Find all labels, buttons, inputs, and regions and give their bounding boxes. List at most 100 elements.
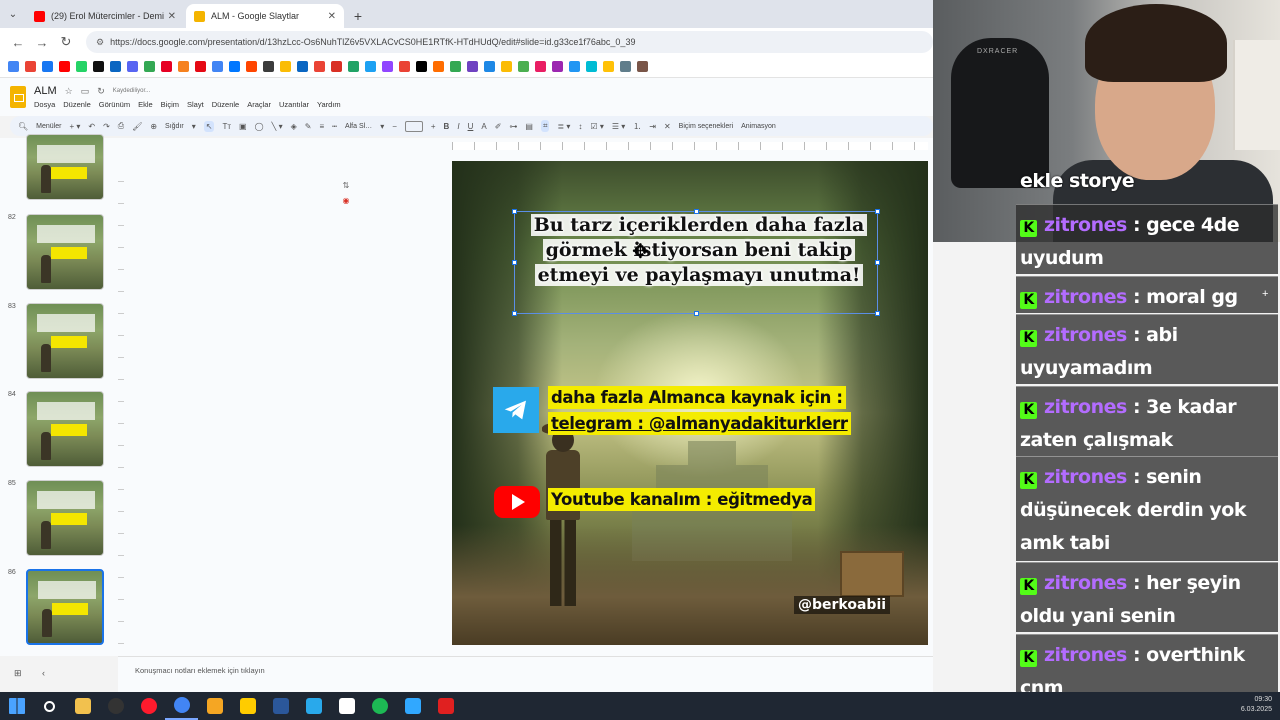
link-icon[interactable]: ⊶ (509, 122, 517, 131)
bookmark-icon[interactable] (263, 61, 274, 72)
paint-format-icon[interactable]: 🖌︎ (132, 122, 142, 131)
bookmark-icon[interactable] (467, 61, 478, 72)
current-slide[interactable]: Bu tarz içeriklerden daha fazla görmek i… (452, 161, 928, 645)
bookmark-icon[interactable] (586, 61, 597, 72)
numbered-list-icon[interactable]: ⒈ (633, 121, 641, 132)
menu-item[interactable]: Yardım (317, 100, 341, 109)
bookmark-icon[interactable] (569, 61, 580, 72)
highlight-icon[interactable]: ✐ (495, 122, 502, 131)
resize-handle[interactable] (512, 311, 517, 316)
fill-color-icon[interactable]: ◈ (291, 122, 297, 131)
italic-icon[interactable]: I (457, 122, 459, 131)
underline-icon[interactable]: U (468, 122, 474, 131)
slide-thumbnail[interactable] (26, 134, 104, 200)
align-icon[interactable]: ≣ ▾ (557, 122, 570, 131)
slide-thumbnail[interactable] (26, 391, 104, 467)
grid-view-icon[interactable]: ⊞ (14, 668, 22, 679)
bookmark-icon[interactable] (8, 61, 19, 72)
format-options-button[interactable]: Biçim seçenekleri (679, 123, 733, 130)
chat-username[interactable]: zitrones (1044, 324, 1127, 346)
bookmark-icon[interactable] (110, 61, 121, 72)
windows-start-icon[interactable] (0, 692, 33, 720)
menu-item[interactable]: Slayt (187, 100, 204, 109)
capcut-icon[interactable] (330, 692, 363, 720)
clear-format-icon[interactable]: ✕ (664, 122, 671, 131)
menu-item[interactable]: Düzenle (63, 100, 91, 109)
slide-thumbnail[interactable] (26, 569, 104, 645)
opera-icon[interactable] (132, 692, 165, 720)
bookmark-icon[interactable] (637, 61, 648, 72)
fl-studio-icon[interactable] (198, 692, 231, 720)
filmstrip-slide[interactable]: 84 (0, 391, 118, 471)
document-title[interactable]: ALM (34, 85, 57, 97)
undo-icon[interactable]: ↶ (88, 122, 95, 131)
textbox-selection-frame[interactable] (512, 209, 880, 316)
url-input[interactable]: ⚙ https://docs.google.com/presentation/d… (86, 31, 933, 53)
resize-handle[interactable] (694, 209, 699, 214)
bookmark-icon[interactable] (382, 61, 393, 72)
select-tool-icon[interactable]: ↖ (203, 120, 215, 132)
bookmark-icon[interactable] (59, 61, 70, 72)
photoshop-icon[interactable] (396, 692, 429, 720)
line-icon[interactable]: ╲ ▾ (272, 122, 283, 131)
chat-username[interactable]: zitrones (1044, 214, 1127, 236)
resize-handle[interactable] (875, 209, 880, 214)
resize-handle[interactable] (694, 311, 699, 316)
bookmark-icon[interactable] (433, 61, 444, 72)
print-icon[interactable]: ⎙ (118, 121, 124, 131)
bookmark-icon[interactable] (25, 61, 36, 72)
star-icon[interactable]: ☆ (65, 86, 73, 97)
menu-item[interactable]: Dosya (34, 100, 55, 109)
image-icon[interactable]: ▣ (239, 122, 247, 131)
zoom-dropdown-icon[interactable]: ▾ (192, 122, 196, 131)
bookmark-icon[interactable] (280, 61, 291, 72)
shape-icon[interactable]: ◯ (255, 122, 264, 131)
bookmark-icon[interactable] (127, 61, 138, 72)
telegram-icon[interactable] (297, 692, 330, 720)
site-info-icon[interactable]: ⚙ (96, 37, 104, 48)
font-size-increase-icon[interactable]: + (431, 122, 436, 131)
bookmark-icon[interactable] (178, 61, 189, 72)
resize-handle[interactable] (875, 260, 880, 265)
filmstrip-slide[interactable] (0, 134, 118, 218)
checklist-icon[interactable]: ☑ ▾ (590, 122, 603, 131)
record-icon[interactable]: ◉ (339, 196, 353, 208)
chat-username[interactable]: zitrones (1044, 644, 1127, 666)
bookmark-icon[interactable] (365, 61, 376, 72)
bookmark-icon[interactable] (348, 61, 359, 72)
slides-logo-icon[interactable] (10, 86, 26, 108)
tab-youtube[interactable]: (29) Erol Mütercimler - Demirt… ✕ (26, 4, 184, 28)
bookmark-icon[interactable] (450, 61, 461, 72)
bookmark-icon[interactable] (144, 61, 155, 72)
slide-thumbnail[interactable] (26, 480, 104, 556)
bookmark-icon[interactable] (246, 61, 257, 72)
font-select[interactable]: Alfa Sl… (345, 123, 372, 130)
indent-icon[interactable]: ⇥ (649, 122, 656, 131)
tab-google-slides[interactable]: ALM - Google Slaytlar ✕ (186, 4, 344, 28)
resize-handle[interactable] (512, 209, 517, 214)
chat-username[interactable]: zitrones (1044, 572, 1127, 594)
zoom-select[interactable]: Sığdır (165, 123, 184, 130)
menu-item[interactable]: Biçim (161, 100, 179, 109)
resize-handle[interactable] (512, 260, 517, 265)
border-color-icon[interactable]: ✎ (305, 122, 312, 131)
resize-handle[interactable] (875, 311, 880, 316)
chat-username[interactable]: zitrones (1044, 286, 1127, 308)
filmstrip-slide[interactable]: 82 (0, 214, 118, 294)
bulleted-list-icon[interactable]: ☰ ▾ (612, 122, 625, 131)
bookmark-icon[interactable] (42, 61, 53, 72)
bookmark-icon[interactable] (229, 61, 240, 72)
bookmark-icon[interactable] (501, 61, 512, 72)
chat-username[interactable]: zitrones (1044, 396, 1127, 418)
tab-close-icon[interactable]: ✕ (168, 11, 176, 22)
search-menus-label[interactable]: Menüler (36, 123, 61, 130)
back-icon[interactable]: ← (6, 35, 30, 50)
bookmark-icon[interactable] (399, 61, 410, 72)
file-explorer-icon[interactable] (66, 692, 99, 720)
move-folder-icon[interactable]: ▭ (81, 86, 90, 97)
line-spacing-icon[interactable]: ↕ (578, 122, 582, 131)
vertical-ruler[interactable] (118, 160, 124, 644)
bookmark-icon[interactable] (416, 61, 427, 72)
filmstrip-slide[interactable]: 86 (0, 569, 118, 649)
reload-icon[interactable]: ↻ (54, 34, 78, 50)
